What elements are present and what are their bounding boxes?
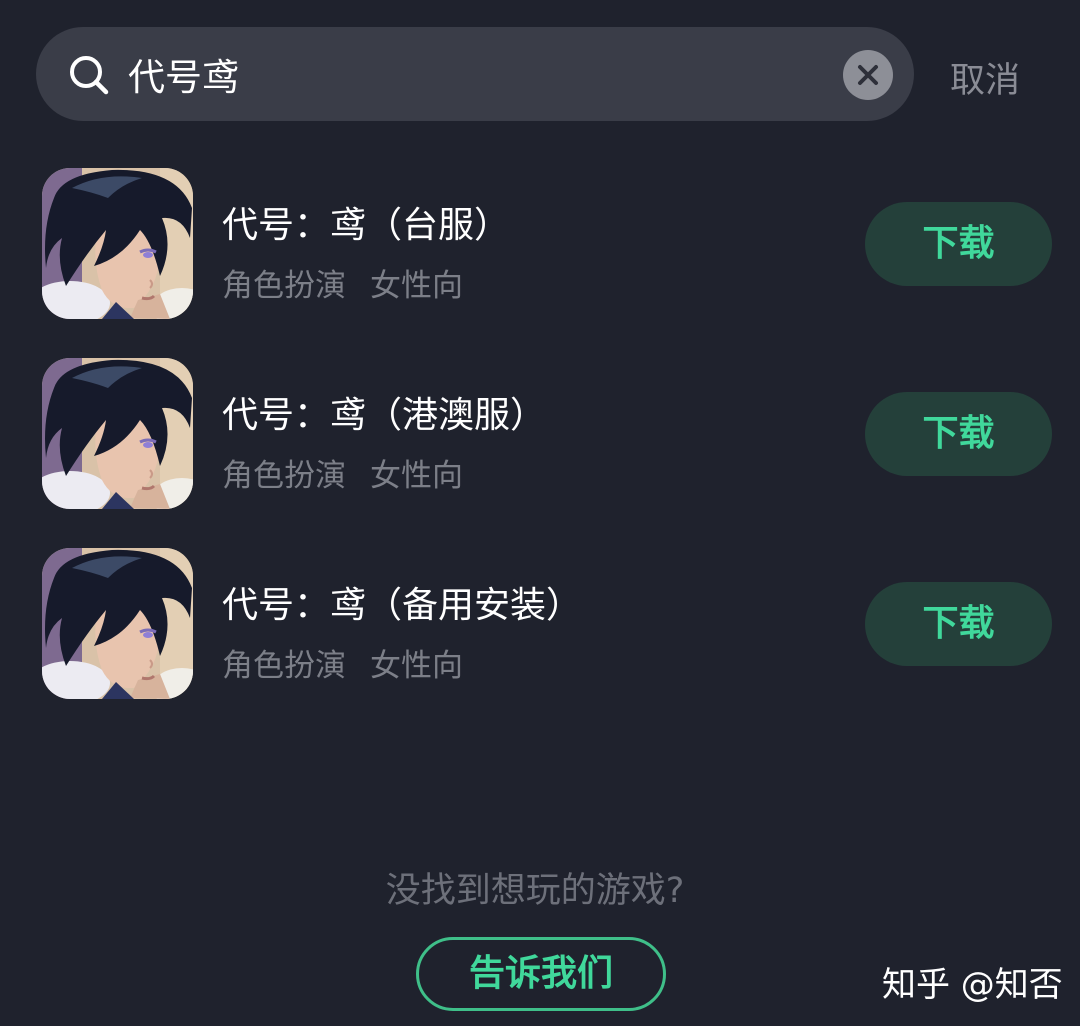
tag: 女性向 [370, 458, 463, 494]
cancel-button[interactable]: 取消 [950, 52, 1020, 103]
tag: 角色扮演 [222, 458, 346, 494]
game-tags: 角色扮演 女性向 [222, 640, 463, 685]
clear-icon [858, 65, 878, 85]
tag: 角色扮演 [222, 648, 346, 684]
game-title[interactable]: 代号：鸢（台服） [222, 196, 510, 248]
app-icon[interactable] [42, 358, 193, 509]
game-tags: 角色扮演 女性向 [222, 260, 463, 305]
app-icon[interactable] [42, 168, 193, 319]
search-icon [70, 56, 109, 95]
watermark: 知乎 @知否 [882, 965, 1063, 1005]
app-icon[interactable] [42, 548, 193, 699]
result-item[interactable]: 代号：鸢（备用安装） 角色扮演 女性向 下载 [0, 548, 1080, 700]
game-tags: 角色扮演 女性向 [222, 450, 463, 495]
not-found-hint: 没找到想玩的游戏? [385, 871, 685, 911]
tag: 女性向 [370, 648, 463, 684]
download-button[interactable]: 下载 [865, 202, 1052, 286]
game-title[interactable]: 代号：鸢（港澳服） [222, 386, 546, 438]
download-button[interactable]: 下载 [865, 582, 1052, 666]
result-item[interactable]: 代号：鸢（台服） 角色扮演 女性向 下载 [0, 168, 1080, 320]
tag: 角色扮演 [222, 268, 346, 304]
result-item[interactable]: 代号：鸢（港澳服） 角色扮演 女性向 下载 [0, 358, 1080, 510]
game-title[interactable]: 代号：鸢（备用安装） [222, 576, 582, 628]
tell-us-button[interactable]: 告诉我们 [416, 937, 666, 1011]
clear-button[interactable] [843, 50, 893, 100]
tag: 女性向 [370, 268, 463, 304]
download-button[interactable]: 下载 [865, 392, 1052, 476]
search-input[interactable] [128, 48, 818, 100]
